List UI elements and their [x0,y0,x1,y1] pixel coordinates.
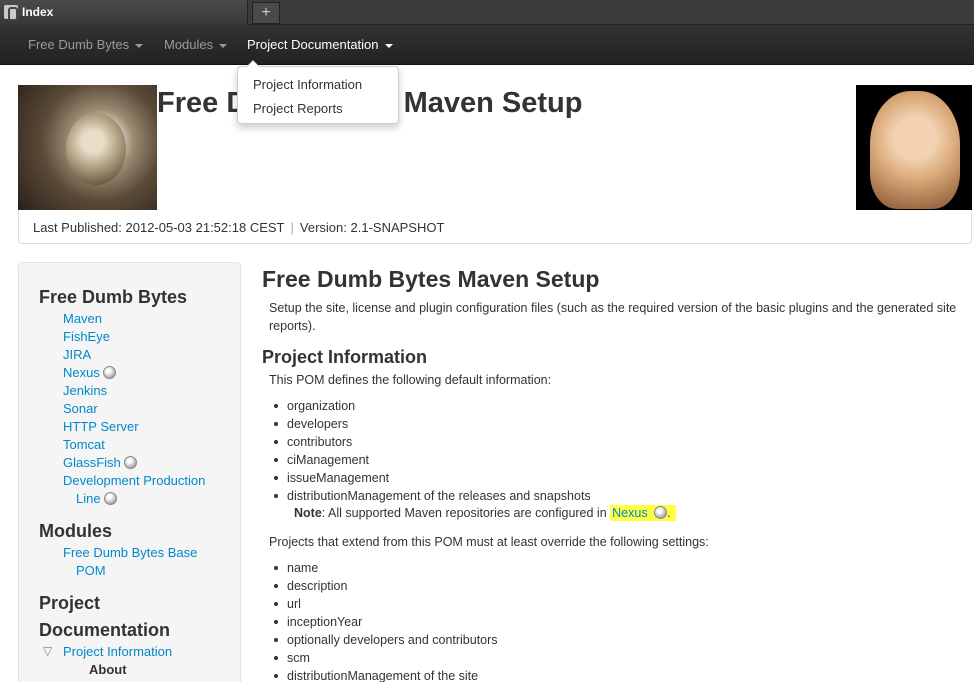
janus-bust-image [870,91,960,209]
list-item: contributors [273,433,591,451]
sidebar-link-project-information[interactable]: Project Information [63,644,172,659]
list-item: ciManagement [273,451,591,469]
list-item: distributionManagement of the releases a… [273,487,591,505]
external-link-globe-icon [654,506,668,519]
top-navbar: Free Dumb Bytes Modules Project Document… [0,25,974,65]
override-intro: Projects that extend from this POM must … [269,535,709,549]
list-item: organization [273,397,591,415]
nav-label: Free Dumb Bytes [28,37,130,52]
caret-down-icon [219,43,228,48]
page-title: Free Dumb Bytes Maven Setup [262,266,600,292]
external-link-globe-icon [103,492,117,505]
note-label: Note [294,506,322,520]
overrides-list: name description url inceptionYear optio… [273,559,498,682]
version: Version: 2.1-SNAPSHOT [299,220,445,235]
stone-face-image [66,113,126,185]
browser-tab[interactable]: Index [0,0,248,25]
sidebar-link-jenkins[interactable]: Jenkins [63,383,107,398]
new-tab-button[interactable]: + [252,2,280,24]
sidebar-link-fisheye[interactable]: FishEye [63,329,110,344]
sidebar-link-nexus[interactable]: Nexus [63,365,116,380]
list-item: inceptionYear [273,613,498,631]
nav-modules[interactable]: Modules [164,37,228,52]
note-end: . [667,506,671,520]
sidebar-link-http-server[interactable]: HTTP Server [63,419,139,434]
caret-down-icon [135,43,144,48]
nav-label: Modules [164,37,214,52]
nexus-link[interactable]: Nexus [612,506,647,520]
list-item: optionally developers and contributors [273,631,498,649]
sidebar-header-documentation: Documentation [39,620,171,640]
link-label: Line [76,491,101,506]
section-intro: This POM defines the following default i… [269,373,552,387]
link-label: Nexus [63,365,100,380]
link-label: GlassFish [63,455,121,470]
sidebar-link-base-pom[interactable]: Free Dumb Bytes Base [63,545,197,560]
list-item: issueManagement [273,469,591,487]
publish-info-bar: Last Published: 2012-05-03 21:52:18 CEST… [18,211,972,244]
sidebar-link-sonar[interactable]: Sonar [63,401,98,416]
note-line: Note: All supported Maven repositories a… [294,505,677,521]
separator: | [290,220,294,235]
expanded-triangle-icon[interactable]: ▽ [43,644,52,658]
sidebar-header-free-dumb-bytes: Free Dumb Bytes [39,287,188,307]
dropdown-item-project-reports[interactable]: Project Reports [253,101,343,116]
list-item: scm [273,649,498,667]
highlighted-nexus-link: Nexus . [610,505,677,521]
banner-right-image [856,85,972,210]
external-link-globe-icon [123,456,137,469]
defaults-list: organization developers contributors ciM… [273,397,591,505]
nav-project-documentation[interactable]: Project Documentation [247,37,393,52]
sidebar-link-dev-production-line[interactable]: Development Production [63,473,205,488]
note-text: : All supported Maven repositories are c… [321,506,607,520]
sidebar-nav: Free Dumb Bytes Maven FishEye JIRA Nexus… [18,262,241,682]
sidebar-link-tomcat[interactable]: Tomcat [63,437,105,452]
banner-left-image [18,85,157,210]
nav-label: Project Documentation [247,37,379,52]
tab-title: Index [22,5,54,19]
sidebar-header-modules: Modules [39,521,113,541]
sidebar-active-about: About [89,662,127,677]
nav-free-dumb-bytes[interactable]: Free Dumb Bytes [28,37,144,52]
sidebar-link-base-pom-cont[interactable]: POM [76,563,106,578]
list-item: developers [273,415,591,433]
last-published: Last Published: 2012-05-03 21:52:18 CEST [33,220,285,235]
sidebar-link-glassfish[interactable]: GlassFish [63,455,137,470]
sidebar-link-dev-production-line-cont[interactable]: Line [76,491,117,506]
tab-favicon-icon [4,5,18,21]
sidebar-link-maven[interactable]: Maven [63,311,102,326]
browser-tab-strip: Index + [0,0,974,25]
publish-info: Last Published: 2012-05-03 21:52:18 CEST… [33,220,444,235]
list-item: url [273,595,498,613]
caret-down-icon [384,43,393,48]
list-item: distributionManagement of the site [273,667,498,682]
intro-paragraph: Setup the site, license and plugin confi… [269,301,957,333]
sidebar-link-jira[interactable]: JIRA [63,347,91,362]
list-item: description [273,577,498,595]
project-documentation-dropdown: Project Information Project Reports [237,60,399,124]
dropdown-item-project-information[interactable]: Project Information [253,77,362,92]
list-item: name [273,559,498,577]
external-link-globe-icon [102,366,116,379]
sidebar-header-project: Project [39,593,101,613]
section-title-project-information: Project Information [262,347,428,367]
